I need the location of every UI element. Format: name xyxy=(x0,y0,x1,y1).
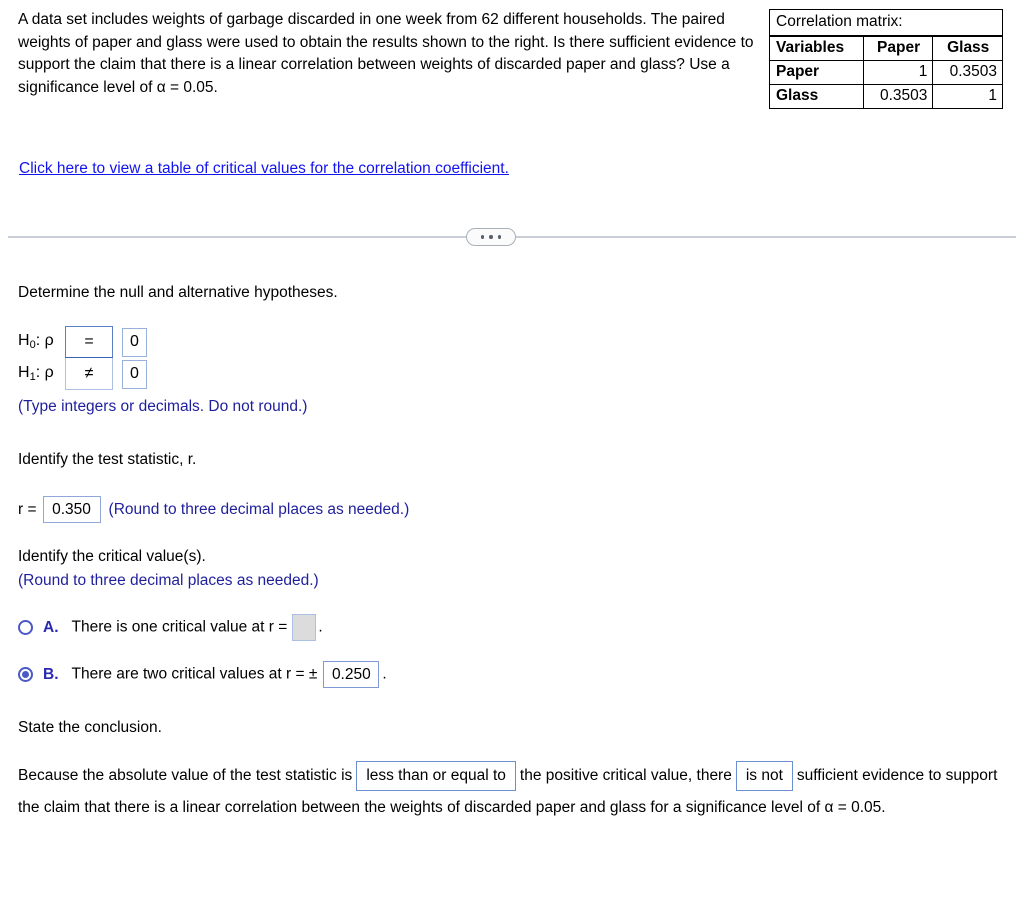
alternative-hypothesis-row: H1: ρ ≠ 0 xyxy=(18,358,147,390)
conclusion-text-2: the positive critical value, there xyxy=(519,767,732,784)
problem-statement-text: A data set includes weights of garbage d… xyxy=(18,11,754,96)
comparison-dropdown[interactable]: less than or equal to xyxy=(356,760,516,791)
null-hypothesis-row: H0: ρ = 0 xyxy=(18,326,147,358)
alternative-operator-dropdown[interactable]: ≠ xyxy=(65,358,113,390)
hypotheses-hint: (Type integers or decimals. Do not round… xyxy=(18,398,308,415)
critical-values-prompt: Identify the critical value(s). xyxy=(18,548,206,565)
null-hypothesis-label: H0: ρ xyxy=(18,332,64,351)
dot-icon xyxy=(489,235,493,239)
hypotheses-prompt: Determine the null and alternative hypot… xyxy=(18,284,338,301)
option-a-text: There is one critical value at r =. xyxy=(72,614,323,641)
test-statistic-lead: r = xyxy=(18,500,37,518)
radio-option-a[interactable] xyxy=(18,620,33,635)
option-b-text-after: . xyxy=(382,665,387,683)
test-statistic-prompt: Identify the test statistic, r. xyxy=(18,451,197,468)
column-header-paper: Paper xyxy=(862,36,934,61)
problem-statement: A data set includes weights of garbage d… xyxy=(18,9,760,100)
column-header-variables: Variables xyxy=(770,36,864,61)
test-statistic-row: r = 0.350 (Round to three decimal places… xyxy=(18,496,409,523)
table-row: Glass 0.3503 1 xyxy=(770,84,1002,108)
significance-level-text: α = 0.05. xyxy=(156,78,218,96)
critical-values-table-link[interactable]: Click here to view a table of critical v… xyxy=(19,160,509,177)
option-a-value-input[interactable] xyxy=(292,614,317,641)
conclusion-paragraph: Because the absolute value of the test s… xyxy=(18,760,1008,824)
option-a-text-after: . xyxy=(318,618,323,636)
radio-option-b[interactable] xyxy=(18,667,33,682)
correlation-matrix-panel: Correlation matrix: Variables Paper Glas… xyxy=(769,9,1003,109)
table-header-row: Variables Paper Glass xyxy=(770,36,1002,61)
sufficiency-dropdown[interactable]: is not xyxy=(735,760,793,791)
option-b-value-input[interactable]: 0.250 xyxy=(323,661,380,688)
column-header-glass: Glass xyxy=(932,36,1002,61)
option-a-row[interactable]: A. There is one critical value at r =. xyxy=(18,614,323,641)
option-b-row[interactable]: B. There are two critical values at r = … xyxy=(18,661,387,688)
test-statistic-note: (Round to three decimal places as needed… xyxy=(108,500,410,518)
row-header-paper: Paper xyxy=(770,60,864,85)
alternative-hypothesis-label: H1: ρ xyxy=(18,364,64,383)
option-b-text: There are two critical values at r = ± 0.… xyxy=(72,661,387,688)
null-operator-dropdown[interactable]: = xyxy=(65,326,113,358)
rho-symbol: : ρ xyxy=(35,332,54,350)
conclusion-prompt: State the conclusion. xyxy=(18,719,162,736)
critical-values-link-row: Click here to view a table of critical v… xyxy=(19,160,509,178)
cell-paper-paper: 1 xyxy=(862,60,934,85)
option-b-letter: B. xyxy=(43,665,59,683)
alternative-value-input[interactable]: 0 xyxy=(122,359,147,389)
h-letter: H xyxy=(18,332,30,350)
rho-symbol: : ρ xyxy=(35,364,54,382)
row-header-glass: Glass xyxy=(770,84,864,108)
critical-values-hint: (Round to three decimal places as needed… xyxy=(18,572,319,589)
cell-paper-glass: 0.3503 xyxy=(932,60,1002,85)
hypotheses-block: H0: ρ = 0 H1: ρ ≠ 0 xyxy=(18,326,147,390)
expand-dots-button[interactable] xyxy=(466,228,516,246)
option-a-text-before: There is one critical value at r = xyxy=(71,618,288,636)
cell-glass-glass: 1 xyxy=(932,84,1002,108)
correlation-matrix-title: Correlation matrix: xyxy=(770,10,1002,36)
option-a-letter: A. xyxy=(43,618,59,636)
null-value-input[interactable]: 0 xyxy=(122,327,147,357)
dot-icon xyxy=(497,235,502,239)
table-row: Paper 1 0.3503 xyxy=(770,60,1002,85)
dot-icon xyxy=(480,235,485,239)
option-b-text-before: There are two critical values at r = ± xyxy=(71,665,318,683)
h-letter: H xyxy=(18,364,30,382)
conclusion-text-1: Because the absolute value of the test s… xyxy=(18,767,353,784)
correlation-matrix-table: Variables Paper Glass Paper 1 0.3503 Gla… xyxy=(770,36,1002,108)
test-statistic-input[interactable]: 0.350 xyxy=(42,496,101,523)
cell-glass-paper: 0.3503 xyxy=(862,84,934,108)
